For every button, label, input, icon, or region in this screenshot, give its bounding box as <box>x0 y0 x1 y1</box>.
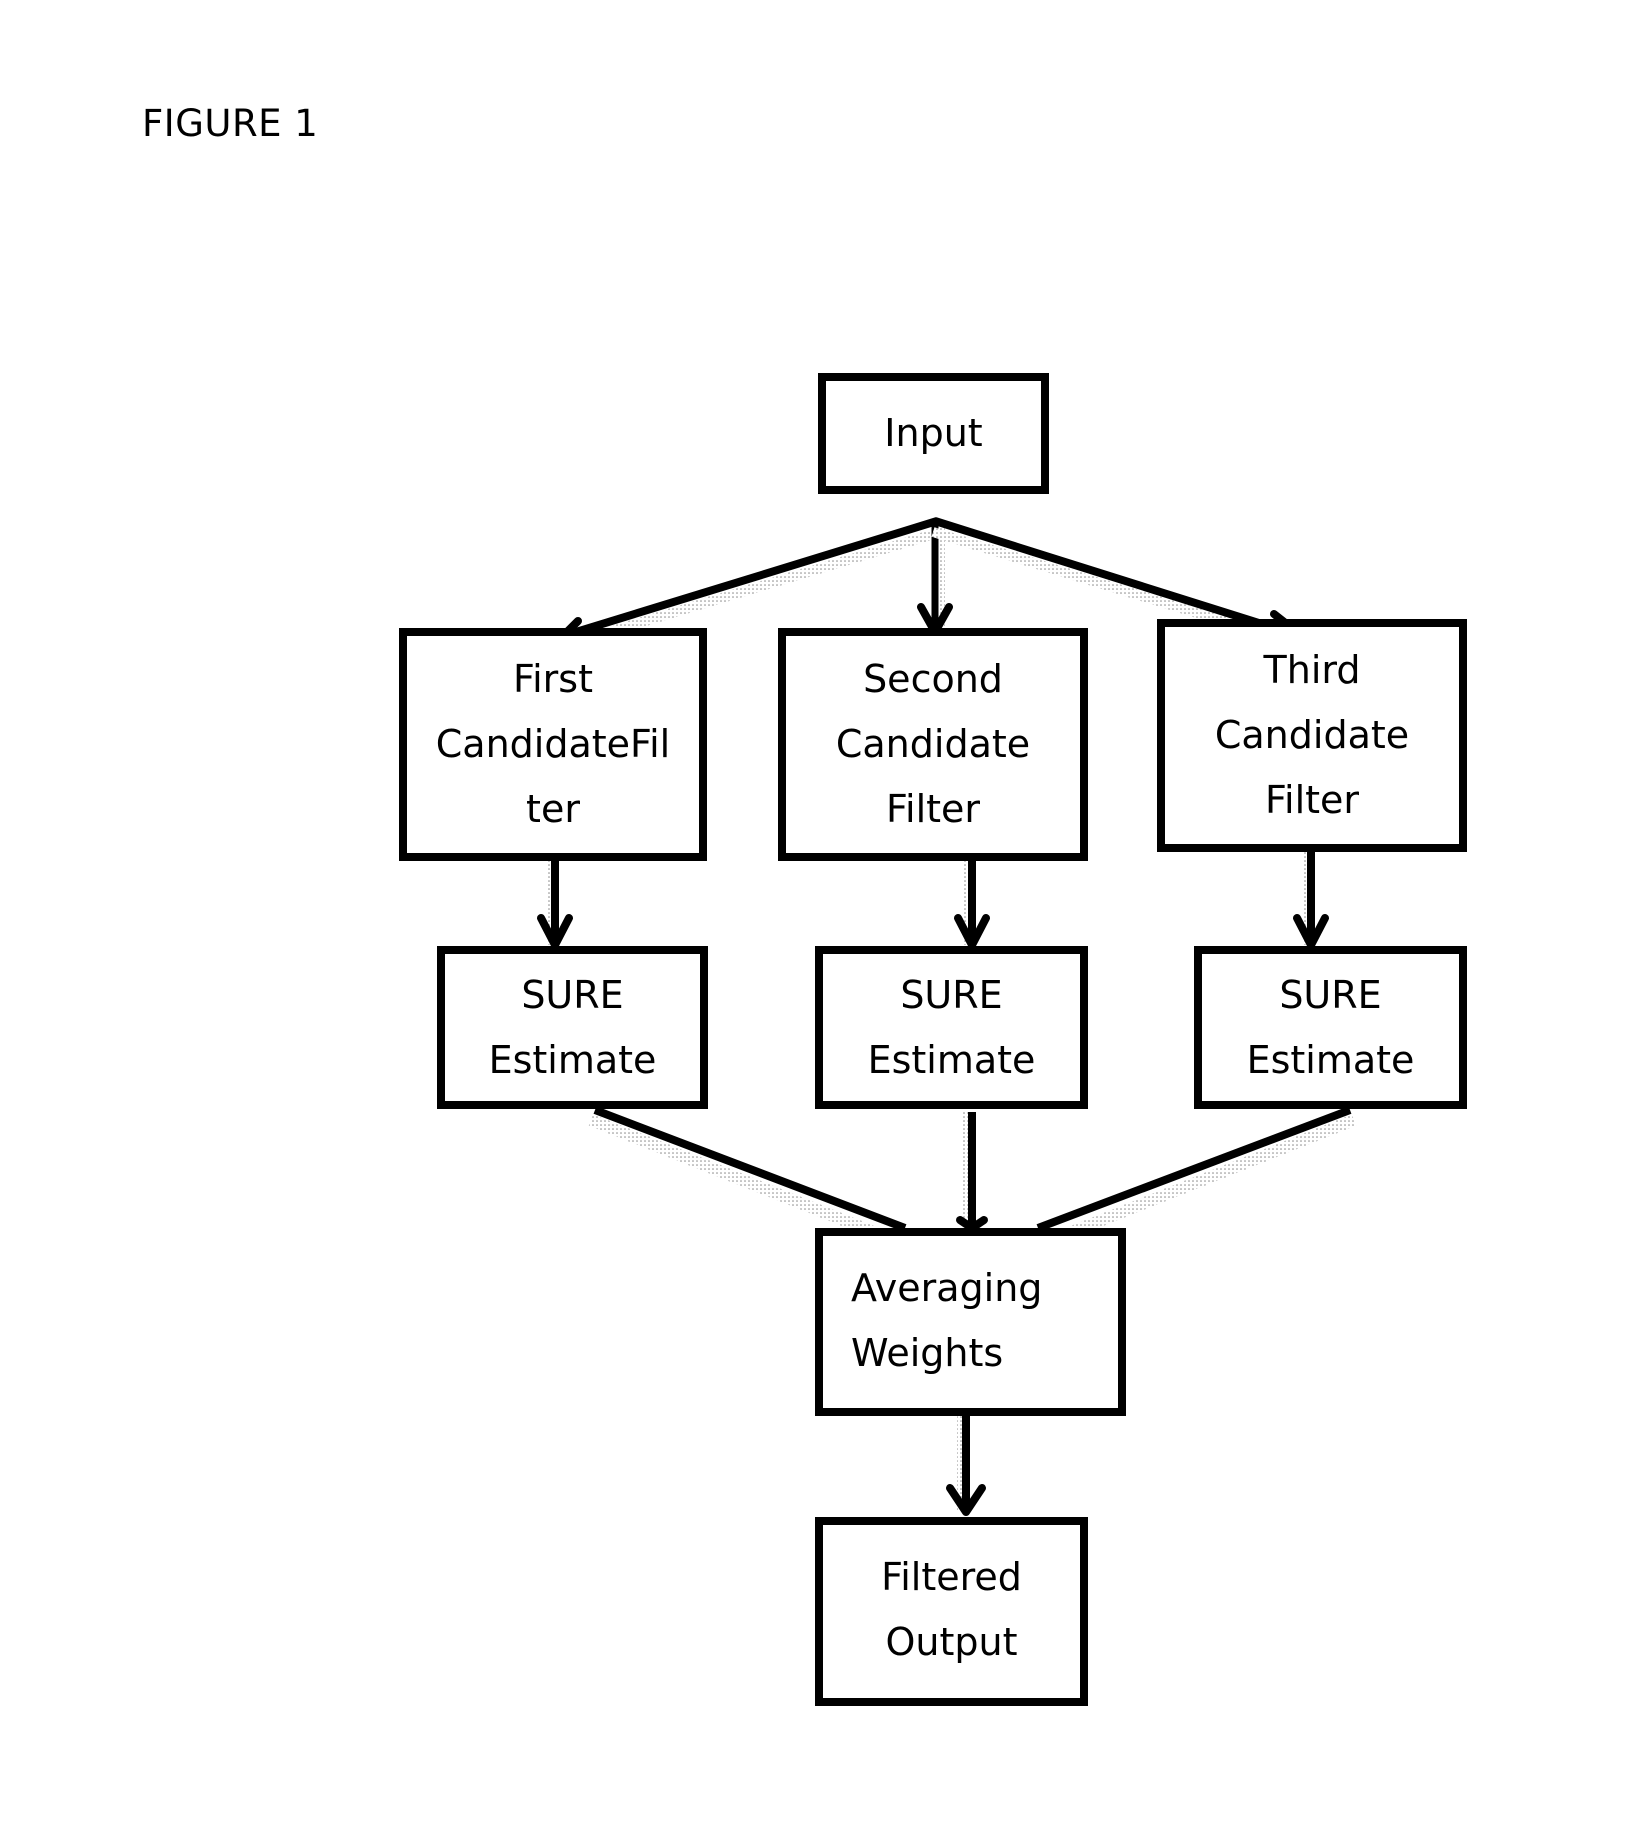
edge-filter3-sure3 <box>1293 844 1329 949</box>
node-filtered-output: Filtered Output <box>815 1517 1088 1706</box>
node-label: ter <box>526 787 580 831</box>
node-label: Estimate <box>1246 1037 1415 1082</box>
node-sure-estimate-3: SURE Estimate <box>1194 946 1467 1109</box>
edge-averaging-output <box>946 1416 986 1516</box>
edge-sure1-averaging <box>588 1106 907 1249</box>
edge-sure2-averaging <box>956 1112 988 1232</box>
node-label: SURE <box>900 972 1003 1017</box>
node-label: Filter <box>1264 778 1360 822</box>
node-sure-estimate-2: SURE Estimate <box>815 946 1088 1109</box>
node-label: Filtered <box>881 1555 1022 1599</box>
node-label: Second <box>863 657 1003 701</box>
node-label: Estimate <box>867 1037 1036 1082</box>
node-label: Weights <box>851 1331 1004 1375</box>
node-label: Averaging <box>851 1266 1043 1310</box>
node-label: Filter <box>885 787 981 831</box>
node-third-candidate-filter: Third Candidate Filter <box>1157 619 1467 852</box>
node-label: CandidateFil <box>435 722 671 766</box>
node-averaging-weights: Averaging Weights <box>815 1228 1126 1416</box>
node-label: Input <box>884 411 983 455</box>
node-second-candidate-filter: Second Candidate Filter <box>778 628 1088 861</box>
node-label: Candidate <box>835 722 1031 766</box>
edge-input-filter1 <box>558 517 943 649</box>
node-label: Candidate <box>1214 713 1410 757</box>
node-label: Output <box>885 1620 1018 1664</box>
edge-filter1-sure1 <box>537 850 573 949</box>
node-first-candidate-filter: First CandidateFil ter <box>399 628 707 861</box>
node-label: First <box>513 657 593 701</box>
node-label: SURE <box>521 972 624 1017</box>
node-label: Estimate <box>488 1037 657 1082</box>
edge-sure3-averaging <box>1036 1106 1357 1249</box>
node-sure-estimate-1: SURE Estimate <box>437 946 708 1109</box>
edge-filter2-sure2 <box>954 850 990 949</box>
node-label: Third <box>1263 648 1361 692</box>
node-input: Input <box>818 373 1049 494</box>
node-label: SURE <box>1279 972 1382 1017</box>
